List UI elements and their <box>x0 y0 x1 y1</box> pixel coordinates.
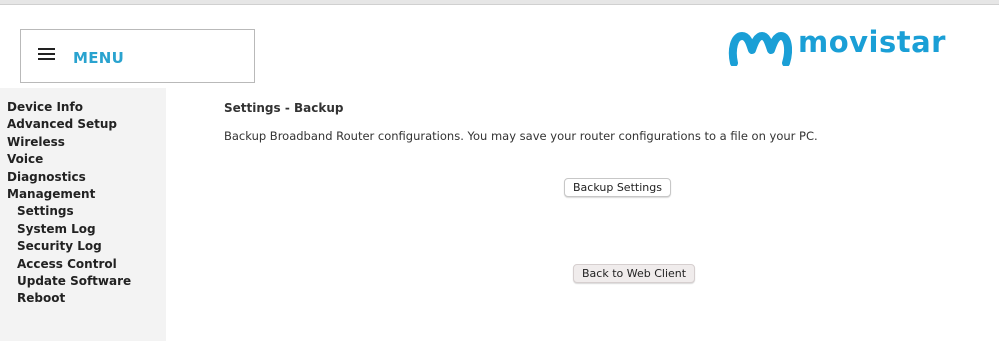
sidebar-item-settings[interactable]: Settings <box>7 204 131 221</box>
sidebar-item-management[interactable]: Management <box>7 187 131 204</box>
menu-button[interactable]: MENU <box>20 29 255 83</box>
sidebar-item-access-control[interactable]: Access Control <box>7 257 131 274</box>
menu-label: MENU <box>73 49 125 67</box>
sidebar-item-wireless[interactable]: Wireless <box>7 135 131 152</box>
sidebar-item-advanced-setup[interactable]: Advanced Setup <box>7 117 131 134</box>
sidebar-item-system-log[interactable]: System Log <box>7 222 131 239</box>
sidebar-item-device-info[interactable]: Device Info <box>7 100 131 117</box>
page-title: Settings - Backup <box>224 101 344 115</box>
main-content: Settings - Backup Backup Broadband Route… <box>166 88 999 341</box>
sidebar-item-update-software[interactable]: Update Software <box>7 274 131 291</box>
header: MENU movistar <box>0 5 999 88</box>
hamburger-icon <box>38 48 55 60</box>
sidebar-nav: Device Info Advanced Setup Wireless Voic… <box>7 100 131 309</box>
sidebar-item-reboot[interactable]: Reboot <box>7 291 131 308</box>
back-to-web-client-button[interactable]: Back to Web Client <box>573 264 696 283</box>
page-description: Backup Broadband Router configurations. … <box>224 129 818 143</box>
backup-settings-button[interactable]: Backup Settings <box>564 178 671 197</box>
sidebar-item-security-log[interactable]: Security Log <box>7 239 131 256</box>
sidebar-item-voice[interactable]: Voice <box>7 152 131 169</box>
sidebar-item-diagnostics[interactable]: Diagnostics <box>7 170 131 187</box>
sidebar: Device Info Advanced Setup Wireless Voic… <box>0 88 166 341</box>
movistar-m-logo-icon <box>728 32 792 66</box>
brand-name: movistar <box>798 25 946 59</box>
